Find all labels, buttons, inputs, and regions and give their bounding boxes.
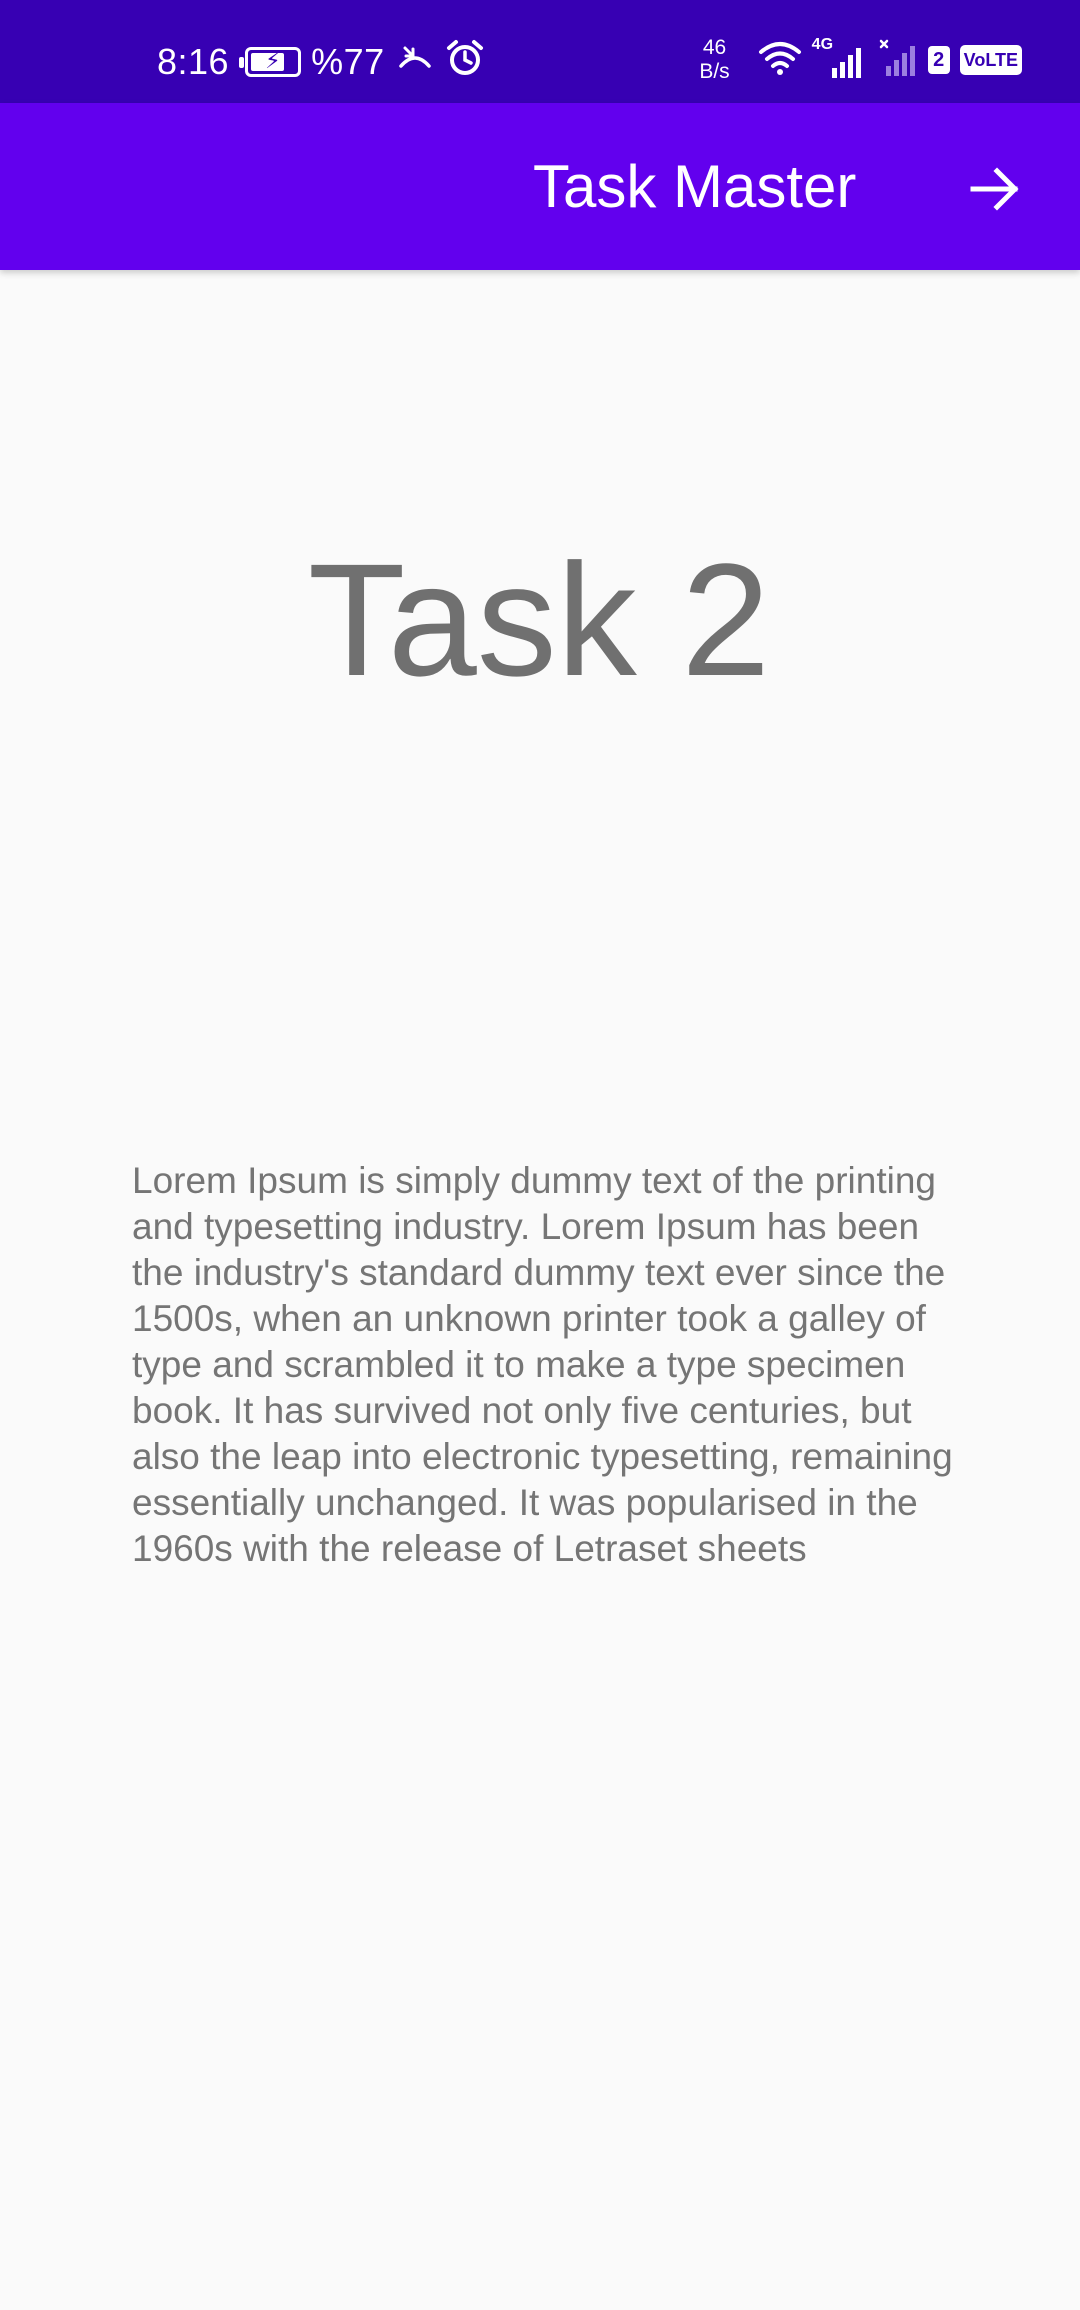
status-bar: 8:16 ⚡ %77 46 B/s 4G 2 VoLTE xyxy=(0,0,1080,103)
task-description: Lorem Ipsum is simply dummy text of the … xyxy=(132,1160,953,1569)
sim-slot-badge: 2 xyxy=(927,46,950,74)
network-speed: 46 B/s xyxy=(699,36,729,84)
network-speed-unit: B/s xyxy=(699,60,730,83)
missed-call-icon xyxy=(395,40,435,85)
volte-badge: VoLTE xyxy=(959,45,1022,75)
app-bar: Task Master xyxy=(0,103,1080,270)
charging-bolt-icon: ⚡ xyxy=(265,48,282,73)
battery-percentage: %77 xyxy=(311,41,385,82)
status-right-group: 46 B/s 4G 2 VoLTE xyxy=(699,30,1022,90)
task-title-text: Task 2 xyxy=(307,530,771,709)
network-speed-value: 46 xyxy=(702,36,727,59)
wifi-icon xyxy=(758,40,802,81)
task-title: Task 2 xyxy=(0,525,1080,715)
app-title: Task Master xyxy=(533,153,857,220)
signal-sim2-icon xyxy=(878,38,918,83)
status-left-group: 8:16 ⚡ %77 xyxy=(157,34,485,90)
alarm-icon xyxy=(445,39,485,86)
battery-icon: ⚡ xyxy=(239,47,302,77)
signal-sim1-icon: 4G xyxy=(812,36,868,80)
arrow-forward-icon xyxy=(970,167,1019,211)
status-time: 8:16 xyxy=(157,41,230,82)
forward-button[interactable] xyxy=(950,149,1040,229)
